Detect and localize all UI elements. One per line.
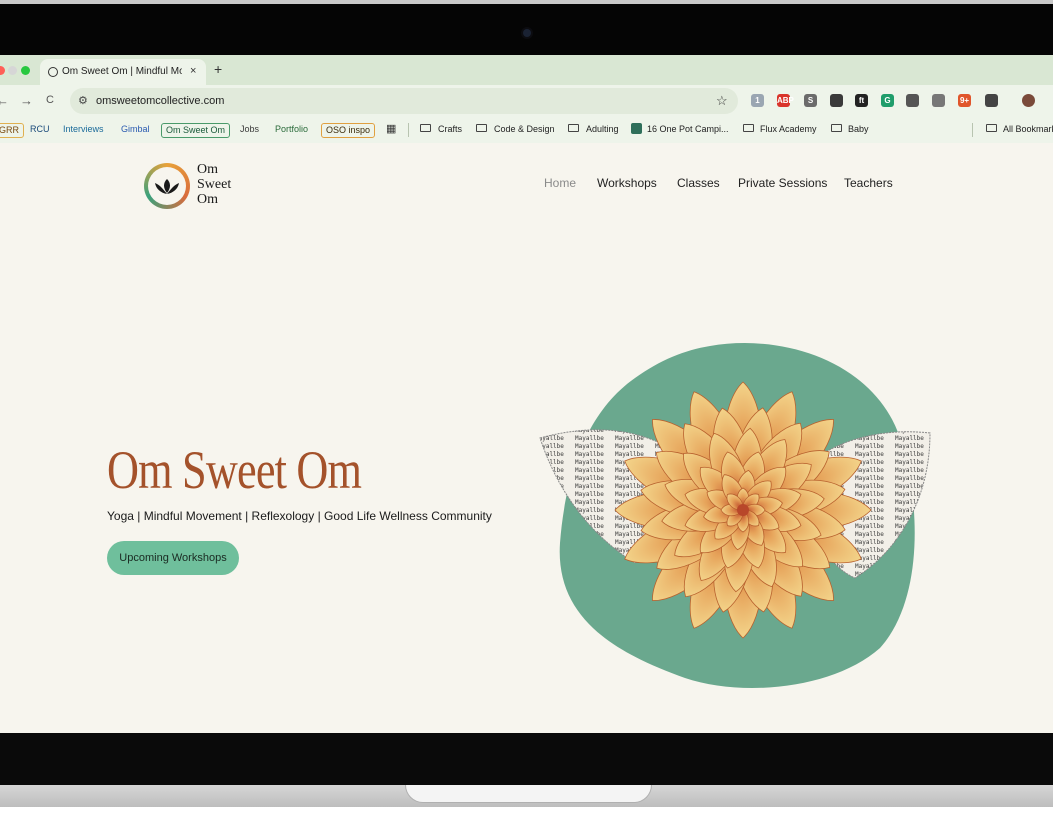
divider — [408, 123, 409, 137]
bookmark-folder-adulting[interactable]: Adulting — [582, 123, 623, 136]
all-bookmarks-button[interactable]: All Bookmarks — [999, 123, 1053, 136]
hero-subtitle: Yoga | Mindful Movement | Reflexology | … — [107, 509, 492, 523]
forward-button[interactable]: → — [20, 93, 33, 108]
bookmark-folder-baby[interactable]: Baby — [844, 123, 873, 136]
bookmark-rcu[interactable]: RCU — [26, 123, 54, 136]
extension-icon[interactable]: 1 — [751, 94, 764, 107]
folder-icon — [743, 124, 754, 132]
bookmark-portfolio[interactable]: Portfolio — [271, 123, 312, 136]
bookmark-folder-code-design[interactable]: Code & Design — [490, 123, 559, 136]
bookmarks-bar: GRR RCU Interviews Gimbal Om Sweet Om Jo… — [0, 117, 1053, 144]
nav-home[interactable]: Home — [544, 176, 576, 190]
web-page: Om Sweet Om Home Workshops Classes Priva… — [0, 143, 1053, 733]
bookmark-om-sweet-om[interactable]: Om Sweet Om — [161, 123, 231, 138]
bookmark-one-pot-camping[interactable]: 16 One Pot Campi... — [643, 123, 733, 136]
extension-icon[interactable] — [830, 94, 843, 107]
laptop-bezel-bottom — [0, 733, 1053, 785]
extension-icon[interactable]: ABP — [777, 94, 794, 107]
hero-title: Om Sweet Om — [107, 440, 362, 500]
nav-teachers[interactable]: Teachers — [844, 176, 893, 190]
back-button[interactable]: ← — [0, 93, 9, 108]
extension-icon[interactable]: ft — [855, 94, 868, 107]
nav-workshops[interactable]: Workshops — [597, 176, 657, 190]
bookmark-jobs[interactable]: Jobs — [236, 123, 263, 136]
reload-button[interactable]: C — [46, 94, 54, 106]
extension-icon[interactable] — [906, 94, 919, 107]
bookmark-oso-inspo[interactable]: OSO inspo — [321, 123, 376, 138]
active-tab[interactable]: Om Sweet Om | Mindful Move × — [40, 59, 206, 85]
bookmark-folder-crafts[interactable]: Crafts — [434, 123, 466, 136]
tab-strip: Om Sweet Om | Mindful Move × + — [0, 55, 1053, 85]
url-text[interactable]: omsweetomcollective.com — [96, 95, 224, 107]
tab-title: Om Sweet Om | Mindful Move — [62, 66, 182, 77]
folder-icon — [420, 124, 431, 132]
folder-icon — [831, 124, 842, 132]
bookmark-star-icon[interactable]: ☆ — [716, 93, 728, 109]
extension-icon[interactable]: S — [804, 94, 817, 107]
window-zoom-dot[interactable] — [21, 66, 30, 75]
lotus-flower — [614, 381, 872, 639]
laptop-bezel-top — [0, 0, 1053, 60]
logo-wordmark[interactable]: Om Sweet Om — [197, 162, 231, 207]
site-favicon-icon — [48, 67, 58, 77]
bookmark-grr[interactable]: GRR — [0, 123, 24, 138]
flower-center — [737, 504, 749, 516]
webcam — [523, 29, 531, 37]
logo-line: Om — [197, 192, 218, 207]
logo-line: Om — [197, 162, 218, 177]
chart-app-icon — [631, 123, 642, 134]
site-settings-icon[interactable]: ⚙ — [78, 94, 88, 107]
window-close-dot[interactable] — [0, 66, 5, 75]
browser-toolbar: ← → C ⚙ omsweetomcollective.com ☆ 1 ABP Sf… — [0, 85, 1053, 117]
bookmark-gimbal[interactable]: Gimbal — [117, 123, 154, 136]
divider — [972, 123, 973, 137]
extension-icon[interactable]: G — [881, 94, 894, 107]
folder-icon — [476, 124, 487, 132]
desk-surface — [0, 807, 1053, 824]
lotus-logo-icon — [152, 177, 182, 200]
extension-icon[interactable] — [932, 94, 945, 107]
laptop-opening-notch — [405, 785, 652, 803]
extension-icon[interactable]: 9+ — [958, 94, 971, 107]
bookmark-folder-flux-academy[interactable]: Flux Academy — [756, 123, 821, 136]
nav-classes[interactable]: Classes — [677, 176, 720, 190]
upcoming-workshops-button[interactable]: Upcoming Workshops — [107, 541, 239, 575]
folder-icon — [986, 124, 997, 132]
site-logo[interactable] — [144, 163, 190, 209]
lotus-flower-artwork: Mayallbe — [539, 343, 931, 688]
folder-icon — [568, 124, 579, 132]
new-tab-button[interactable]: + — [214, 61, 222, 77]
nav-private-sessions[interactable]: Private Sessions — [738, 176, 827, 190]
apps-grid-icon[interactable]: ▦ — [386, 122, 396, 135]
bookmark-interviews[interactable]: Interviews — [59, 123, 108, 136]
browser-window: Om Sweet Om | Mindful Move × + ← → C ⚙ o… — [0, 55, 1053, 733]
extension-icon[interactable] — [985, 94, 998, 107]
tab-close-icon[interactable]: × — [190, 65, 196, 77]
extension-icon[interactable] — [1022, 94, 1035, 107]
window-minimize-dot[interactable] — [8, 66, 17, 75]
logo-line: Sweet — [197, 177, 232, 192]
address-bar[interactable]: ⚙ omsweetomcollective.com ☆ — [70, 88, 738, 114]
